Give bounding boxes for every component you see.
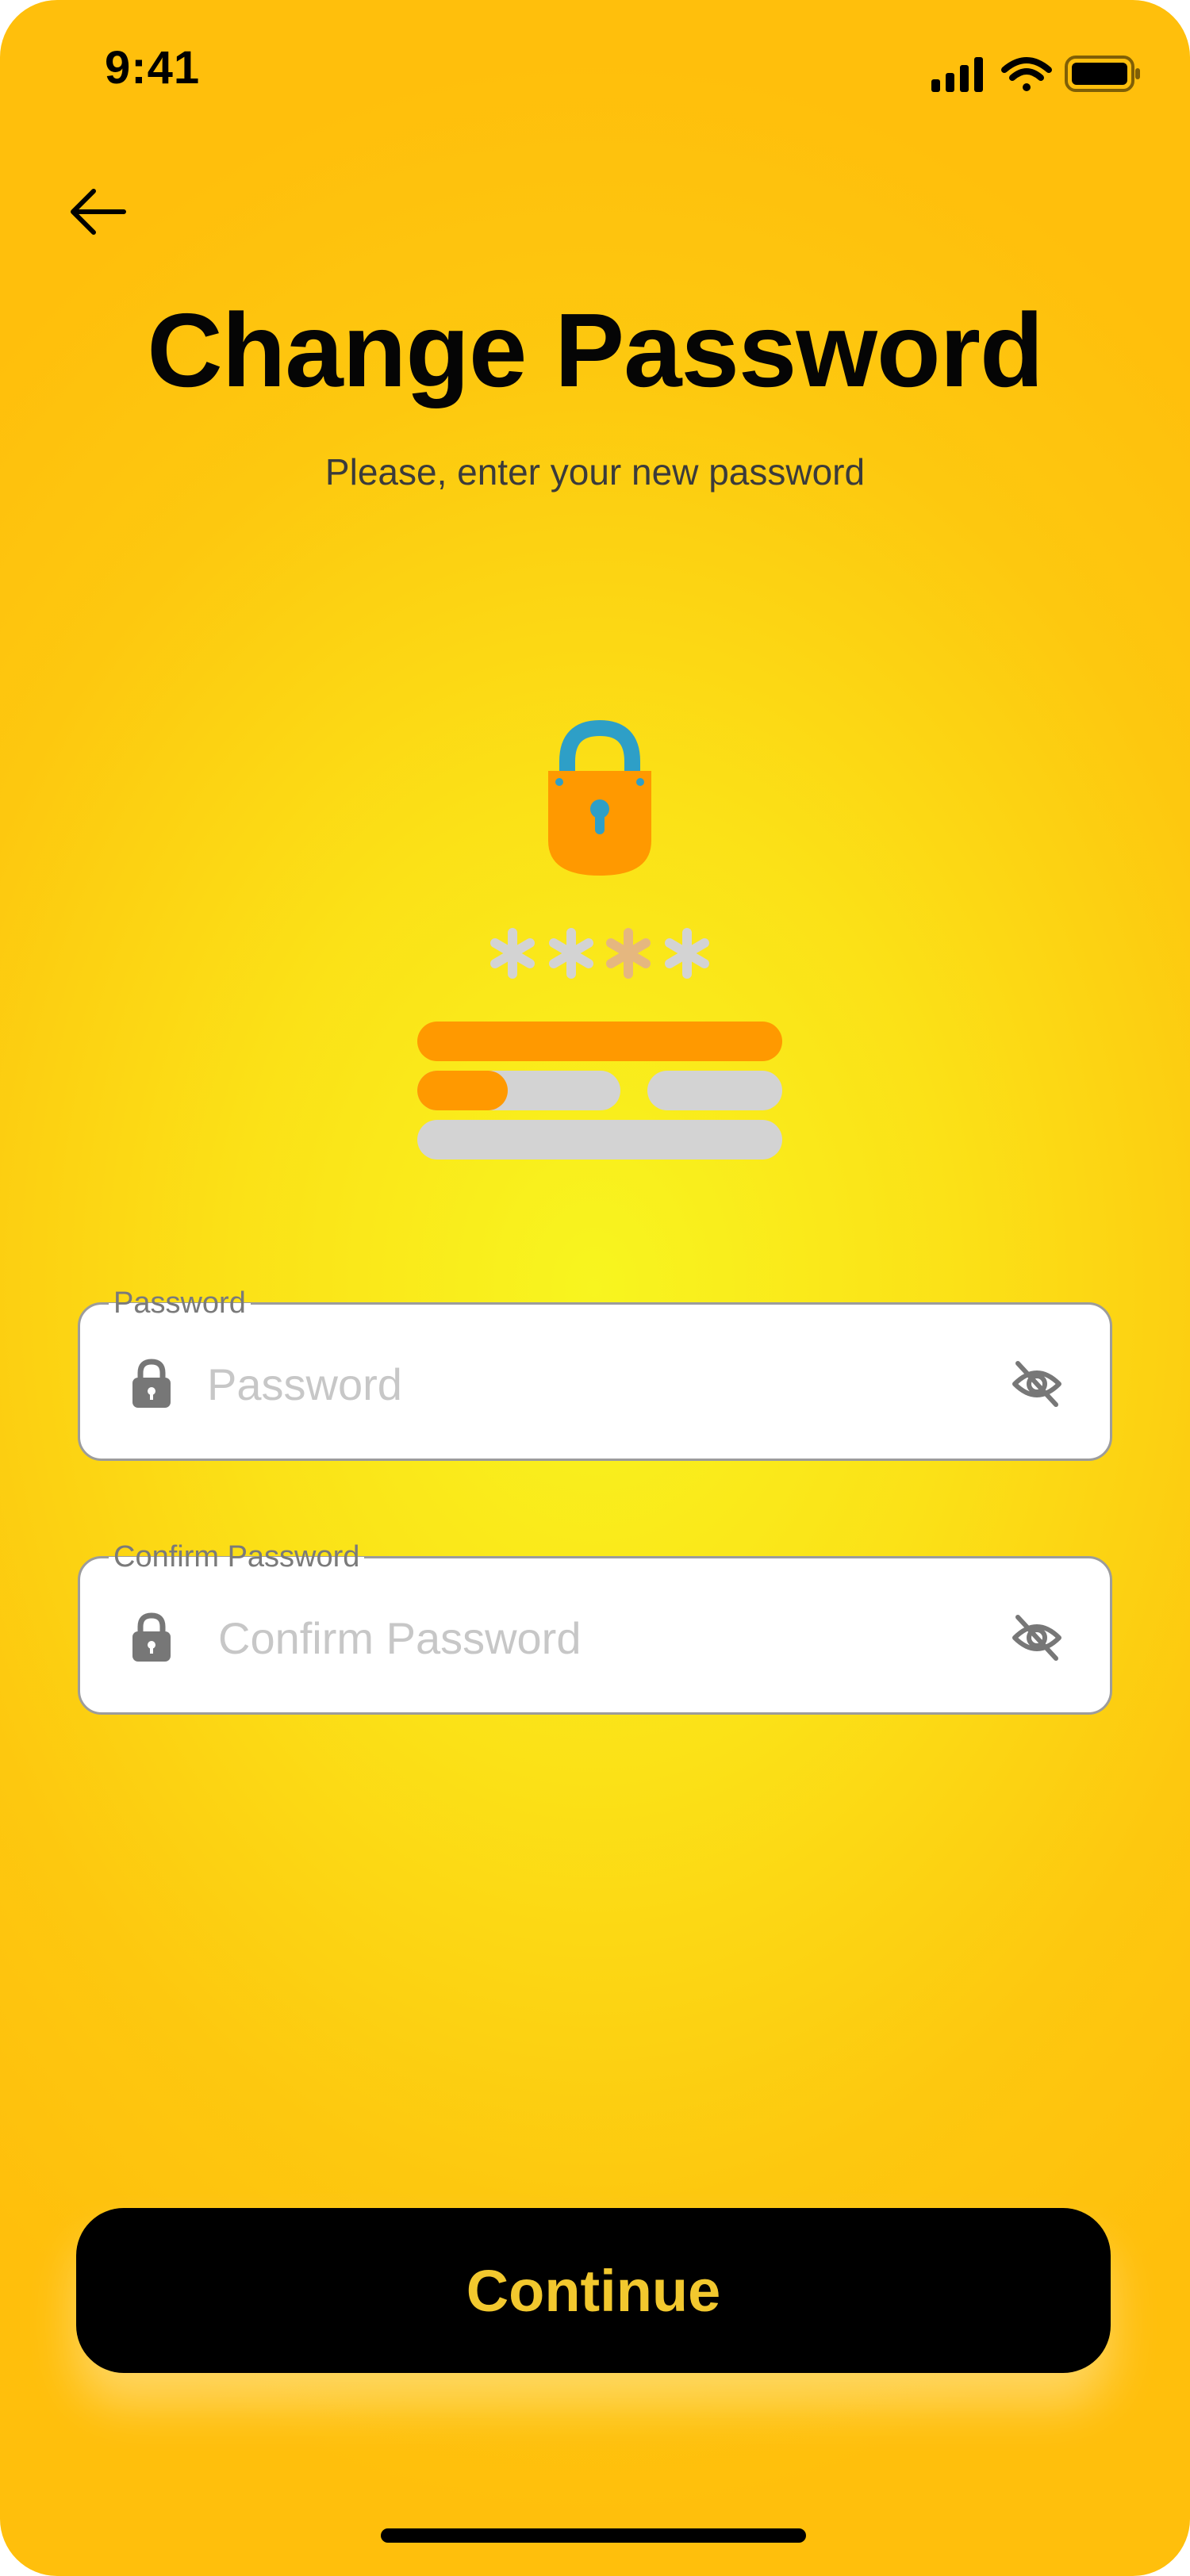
confirm-password-label: Confirm Password bbox=[109, 1538, 365, 1576]
password-field[interactable]: Password bbox=[78, 1284, 1112, 1461]
confirm-password-input[interactable] bbox=[218, 1590, 948, 1685]
cellular-signal-icon bbox=[931, 57, 983, 92]
eye-off-icon[interactable] bbox=[1010, 1611, 1064, 1665]
continue-button[interactable]: Continue bbox=[76, 2208, 1111, 2373]
wifi-icon bbox=[1001, 57, 1052, 91]
arrow-left-icon bbox=[71, 189, 126, 235]
password-input[interactable] bbox=[207, 1336, 937, 1432]
status-icons bbox=[931, 56, 1140, 92]
back-button[interactable] bbox=[62, 176, 133, 247]
eye-off-icon[interactable] bbox=[1010, 1357, 1064, 1411]
battery-icon bbox=[1065, 56, 1140, 92]
home-indicator bbox=[381, 2528, 806, 2543]
password-lock-illustration bbox=[417, 719, 782, 1160]
password-label: Password bbox=[109, 1284, 251, 1322]
status-time: 9:41 bbox=[105, 42, 201, 94]
lock-icon bbox=[132, 1359, 171, 1408]
change-password-screen: 9:41 Change Password Please, enter your … bbox=[0, 0, 1190, 2576]
page-title: Change Password bbox=[147, 292, 1043, 408]
page-subtitle: Please, enter your new password bbox=[324, 451, 866, 493]
lock-icon bbox=[132, 1612, 171, 1662]
confirm-password-field[interactable]: Confirm Password bbox=[78, 1538, 1112, 1715]
